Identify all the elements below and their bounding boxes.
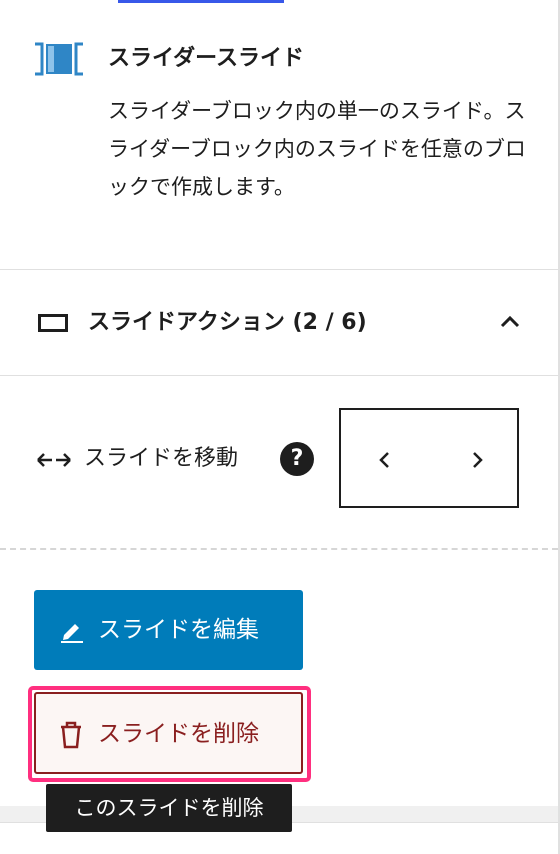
slide-actions-panel-header[interactable]: スライドアクション (2 / 6) (0, 270, 558, 376)
move-slide-row: スライドを移動 ? (0, 376, 558, 550)
delete-slide-button[interactable]: スライドを削除 (34, 692, 303, 774)
arrow-left-right-icon (37, 453, 71, 467)
delete-slide-label: スライドを削除 (98, 721, 259, 747)
edit-slide-label: スライドを編集 (98, 617, 259, 643)
edit-slide-button[interactable]: スライドを編集 (34, 590, 303, 670)
move-button-group (339, 408, 519, 508)
panel-title: スライドアクション (2 / 6) (88, 310, 367, 335)
block-description: スライダーブロック内の単一のスライド。スライダーブロック内のスライドを任意のブロ… (108, 99, 526, 199)
trash-icon (61, 721, 81, 749)
block-card: スライダースライド スライダーブロック内の単一のスライド。スライダーブロック内の… (0, 0, 558, 270)
chevron-left-icon[interactable] (371, 446, 399, 474)
move-slide-label: スライドを移動 (84, 446, 239, 471)
rectangle-icon (38, 314, 68, 332)
delete-tooltip: このスライドを削除 (46, 784, 292, 832)
chevron-up-icon[interactable] (496, 310, 524, 334)
help-icon[interactable]: ? (280, 442, 314, 476)
pencil-icon (61, 624, 83, 643)
block-title: スライダースライド (108, 46, 305, 71)
slider-slide-icon (35, 42, 83, 76)
chevron-right-icon[interactable] (463, 446, 491, 474)
